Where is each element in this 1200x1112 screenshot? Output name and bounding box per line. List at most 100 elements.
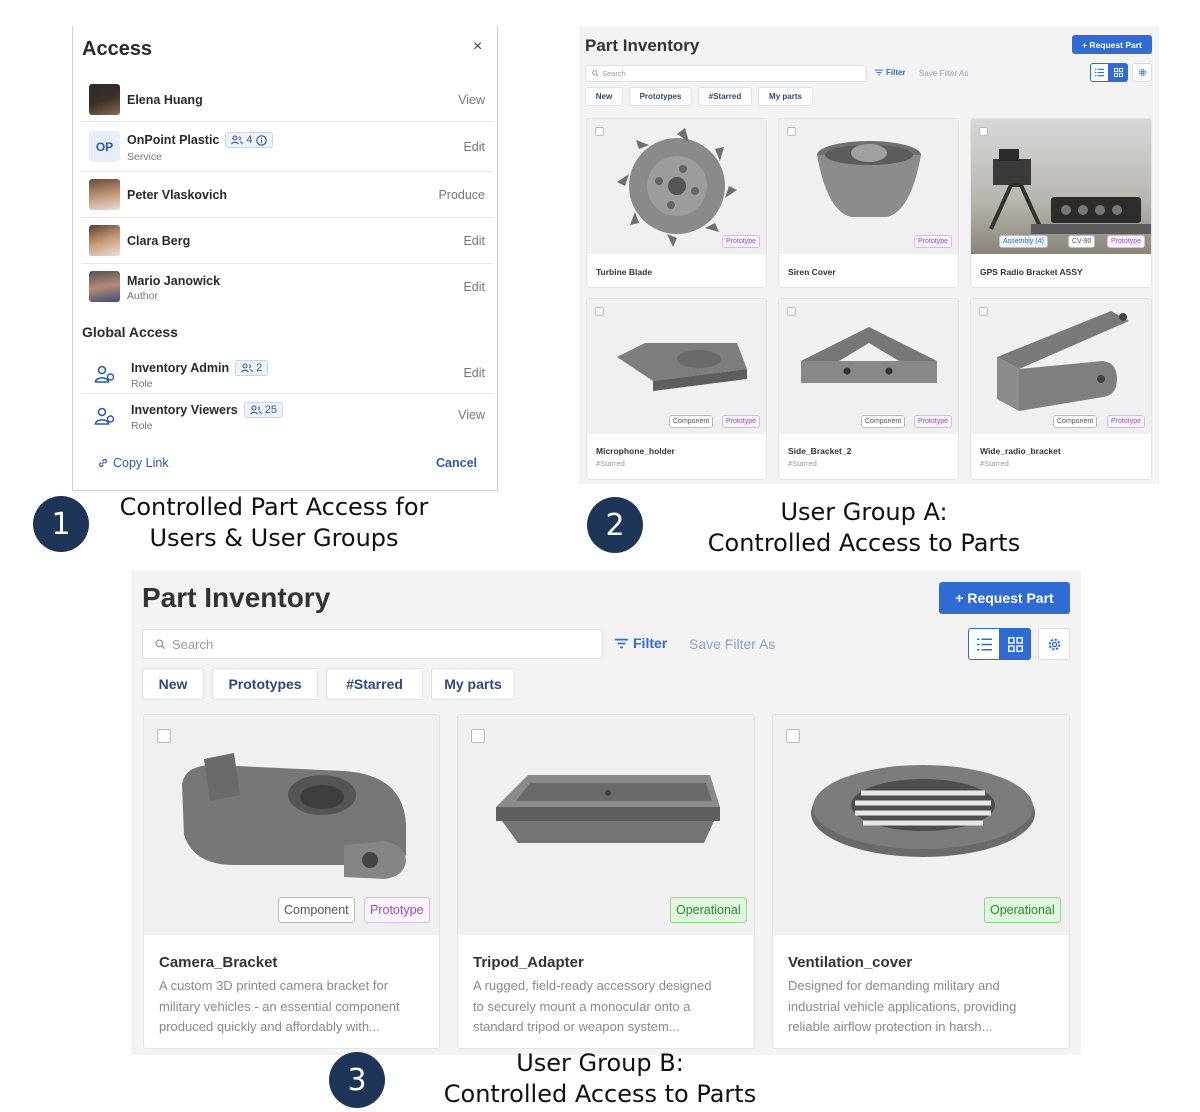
tag-prototype: Prototype <box>364 897 430 923</box>
part-image <box>779 299 958 434</box>
part-card[interactable]: Prototype Turbine Blade <box>586 118 767 288</box>
member-permission[interactable]: Edit <box>463 140 485 154</box>
select-checkbox[interactable] <box>979 127 988 136</box>
settings-button[interactable] <box>1132 63 1152 82</box>
chip-starred[interactable]: #Starred <box>698 87 752 106</box>
tag-component: Component <box>669 415 714 428</box>
access-member-row[interactable]: Mario Janowick Author Edit <box>81 264 493 310</box>
select-checkbox[interactable] <box>595 307 604 316</box>
tag-prototype: Prototype <box>722 235 760 248</box>
member-permission[interactable]: Edit <box>463 280 485 294</box>
chip-my-parts[interactable]: My parts <box>758 87 813 106</box>
caption-line: Controlled Access to Parts <box>707 529 1021 557</box>
access-member-row[interactable]: OP OnPoint Plastic 4 Service Edit <box>81 122 493 172</box>
access-member-row[interactable]: Peter Vlaskovich Produce <box>81 172 493 218</box>
part-card[interactable]: Operational Tripod_Adapter A rugged, fie… <box>457 714 755 1049</box>
tag-operational: Operational <box>984 897 1061 923</box>
grid-view-button[interactable] <box>1109 63 1128 82</box>
filter-icon <box>615 638 628 648</box>
select-checkbox[interactable] <box>471 729 485 743</box>
part-name: GPS Radio Bracket ASSY <box>980 267 1083 277</box>
copy-link-button[interactable]: Copy Link <box>97 456 169 470</box>
role-count-badge[interactable]: 25 <box>243 402 284 418</box>
role-subtitle: Role <box>131 378 153 390</box>
role-permission[interactable]: Edit <box>463 366 485 380</box>
group-count-badge[interactable]: 4 <box>225 132 273 148</box>
chip-new[interactable]: New <box>585 87 623 106</box>
settings-button[interactable] <box>1038 628 1070 660</box>
part-card[interactable]: Component Prototype Microphone_holder #S… <box>586 298 767 480</box>
filter-button[interactable]: Filter <box>875 68 906 77</box>
gear-icon <box>1138 68 1146 77</box>
page-title: Part Inventory <box>585 36 700 55</box>
chip-prototypes[interactable]: Prototypes <box>629 87 692 106</box>
close-icon[interactable]: × <box>473 38 482 56</box>
part-description: Designed for demanding military and indu… <box>788 976 1016 1038</box>
select-checkbox[interactable] <box>787 307 796 316</box>
access-title: Access <box>82 38 153 60</box>
member-subtitle: Service <box>127 151 163 163</box>
member-permission[interactable]: View <box>458 93 485 107</box>
chip-new[interactable]: New <box>142 668 204 700</box>
part-card[interactable]: Operational Ventilation_cover Designed f… <box>772 714 1070 1049</box>
part-card[interactable]: Component Prototype Wide_radio_bracket #… <box>970 298 1152 480</box>
select-checkbox[interactable] <box>786 729 800 743</box>
role-permission[interactable]: View <box>458 408 485 422</box>
member-permission[interactable]: Edit <box>463 234 485 248</box>
info-icon <box>255 134 267 146</box>
grid-icon <box>1114 68 1123 77</box>
part-name: Camera_Bracket <box>159 954 278 971</box>
gear-icon <box>1048 638 1060 650</box>
access-member-row[interactable]: Elena Huang View <box>81 78 493 122</box>
select-checkbox[interactable] <box>595 127 604 136</box>
save-filter-button[interactable]: Save Filter As <box>919 69 968 78</box>
search-input[interactable]: Search <box>142 629 603 659</box>
part-card[interactable]: Prototype Siren Cover <box>778 118 959 288</box>
global-role-row[interactable]: Inventory Admin 2 Role Edit <box>81 350 493 394</box>
search-placeholder: Search <box>172 636 214 652</box>
caption-line: User Group A: <box>780 498 948 526</box>
inventory-b-panel: Part Inventory + Request Part Search Fil… <box>131 570 1081 1055</box>
filter-button[interactable]: Filter <box>615 635 667 651</box>
microphone-holder-illustration <box>617 343 747 391</box>
grid-view-button[interactable] <box>1000 628 1031 660</box>
chip-starred[interactable]: #Starred <box>326 668 423 700</box>
select-checkbox[interactable] <box>787 127 796 136</box>
global-access-heading: Global Access <box>82 324 178 340</box>
tag-component: Component <box>1053 415 1098 428</box>
part-image <box>779 119 958 254</box>
list-view-button[interactable] <box>1090 63 1109 82</box>
select-checkbox[interactable] <box>157 729 171 743</box>
filter-label: Filter <box>633 635 668 651</box>
request-part-button[interactable]: + Request Part <box>939 582 1070 614</box>
select-checkbox[interactable] <box>979 307 988 316</box>
save-filter-button[interactable]: Save Filter As <box>689 636 775 652</box>
part-card[interactable]: Assembly (4) CV-90 Prototype GPS Radio B… <box>970 118 1152 288</box>
global-role-row[interactable]: Inventory Viewers 25 Role View <box>81 394 493 438</box>
part-card[interactable]: Component Prototype Camera_Bracket A cus… <box>143 714 440 1049</box>
page-title: Part Inventory <box>142 582 331 613</box>
role-count-badge[interactable]: 2 <box>235 360 269 376</box>
chip-my-parts[interactable]: My parts <box>431 668 515 700</box>
caption-1: Controlled Part Access for Users & User … <box>90 492 458 554</box>
part-starred: #Starred <box>980 459 1009 468</box>
list-view-button[interactable] <box>968 628 1000 660</box>
member-permission[interactable]: Produce <box>438 188 485 202</box>
part-card[interactable]: Component Prototype Side_Bracket_2 #Star… <box>778 298 959 480</box>
cancel-button[interactable]: Cancel <box>436 456 477 470</box>
description-line: Designed for demanding military and <box>788 978 1000 993</box>
side-bracket-illustration <box>801 327 937 383</box>
member-name-group: OnPoint Plastic 4 <box>127 132 273 148</box>
request-part-button[interactable]: + Request Part <box>1072 35 1152 54</box>
part-description: A rugged, field-ready accessory designed… <box>473 976 711 1038</box>
part-description: A custom 3D printed camera bracket for m… <box>159 976 400 1038</box>
search-input[interactable]: Search <box>585 65 867 82</box>
description-line: industrial vehicle applications, providi… <box>788 998 1017 1014</box>
access-member-row[interactable]: Clara Berg Edit <box>81 218 493 264</box>
chip-prototypes[interactable]: Prototypes <box>212 668 318 700</box>
part-name: Ventilation_cover <box>788 954 913 971</box>
role-name: Inventory Viewers <box>131 403 238 417</box>
role-count: 25 <box>264 404 278 416</box>
tag-vehicle: CV-90 <box>1068 235 1096 248</box>
part-image <box>971 119 1151 254</box>
